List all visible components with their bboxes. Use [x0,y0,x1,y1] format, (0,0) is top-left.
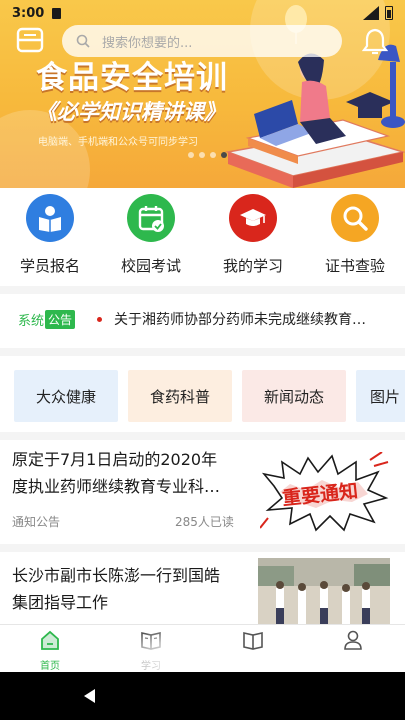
news-item[interactable]: 长沙市副市长陈澎一行到国皓 集团指导工作 [0,552,405,624]
quick-action-my-study[interactable]: 我的学习 [203,194,303,276]
tab-profile[interactable] [323,629,383,657]
quick-action-exam[interactable]: 校园考试 [101,194,201,276]
search-bar[interactable]: 搜索你想要的... [62,25,342,57]
search-placeholder: 搜索你想要的... [102,35,193,51]
news-item[interactable]: 原定于7月1日启动的2020年 度执业药师继续教育专业科… 通知公告 285人已… [0,440,405,544]
back-icon[interactable] [84,689,95,703]
signal-icon [363,6,379,20]
battery-icon [385,6,393,20]
book-icon [243,632,263,650]
category-tabs: 大众健康 食药科普 新闻动态 图片 [14,370,405,422]
news-photo [258,558,390,624]
quick-action-label: 证书查验 [324,257,385,275]
bottom-tab-bar: 首页 学习 [0,624,405,672]
category-public-health[interactable]: 大众健康 [14,370,118,422]
notice-tag-system: 系统 [18,313,45,329]
news-thumbnail: 重要通知 [259,451,390,532]
enroll-icon-circle [26,194,74,242]
news-title-line: 长沙市副市长陈澎一行到国皓 [12,566,221,585]
user-icon [344,630,362,650]
quick-action-label: 校园考试 [120,257,181,275]
banner-subtitle: 《必学知识精讲课》 [36,100,225,124]
quick-action-label: 学员报名 [19,257,80,275]
section-divider [0,544,405,552]
person-book-icon [39,206,61,232]
sd-card-icon [52,7,62,19]
carousel-dot[interactable] [210,152,216,158]
banner-caption: 电脑端、手机端和公众号可同步学习 [38,137,198,148]
news-title-line: 度执业药师继续教育专业科… [12,477,221,496]
system-navigation-bar [0,672,405,720]
quick-action-label: 我的学习 [222,257,283,275]
section-divider [0,286,405,294]
notice-tag-announcement: 公告 [45,309,76,329]
banner-title: 食品安全培训 [36,60,228,96]
study-icon-circle [229,194,277,242]
status-bar: 3:00 [0,0,405,26]
announcement-bar[interactable]: 系统 公告 关于湘药师协部分药师未完成继续教育… [0,294,405,344]
section-divider [0,348,405,356]
tab-label: 首页 [40,661,60,672]
search-icon [76,34,90,48]
status-time: 3:00 [12,5,45,21]
tab-home[interactable]: 首页 [20,629,80,672]
home-icon [41,630,59,650]
carousel-dot-active[interactable] [221,152,227,158]
tab-study[interactable]: 学习 [121,629,181,672]
calendar-check-icon [138,206,164,232]
news-title-line: 原定于7月1日启动的2020年 [12,450,218,469]
graduation-cap-icon [240,209,266,226]
exam-icon-circle [127,194,175,242]
carousel-dot[interactable] [199,152,205,158]
carousel-dot[interactable] [188,152,194,158]
quick-action-certificate[interactable]: 证书查验 [305,194,405,276]
section-divider [0,432,405,440]
category-news[interactable]: 新闻动态 [242,370,346,422]
news-read-count: 285人已读 [175,515,234,529]
study-illustration [225,44,405,188]
tab-library[interactable] [223,629,283,657]
search-icon [343,206,368,231]
notice-bullet [97,316,103,322]
app-screen: 食品安全培训 《必学知识精讲课》 电脑端、手机端和公众号可同步学习 3:00 搜… [0,0,405,720]
tab-label: 学习 [141,661,161,672]
notification-bell-icon[interactable] [362,27,388,55]
news-source: 通知公告 [12,515,61,529]
category-food-drug-science[interactable]: 食药科普 [128,370,232,422]
certificate-icon-circle [331,194,379,242]
quick-actions: 学员报名 校园考试 我的学习 证书查验 [0,188,405,286]
quick-action-enroll[interactable]: 学员报名 [0,194,100,276]
status-indicators [363,6,393,20]
category-pictures[interactable]: 图片 [356,370,405,422]
scan-menu-icon[interactable] [16,27,44,53]
notice-text: 关于湘药师协部分药师未完成继续教育… [114,312,367,328]
book-open-icon [141,632,161,650]
carousel-indicator [188,152,227,158]
news-title-line: 集团指导工作 [12,593,109,612]
